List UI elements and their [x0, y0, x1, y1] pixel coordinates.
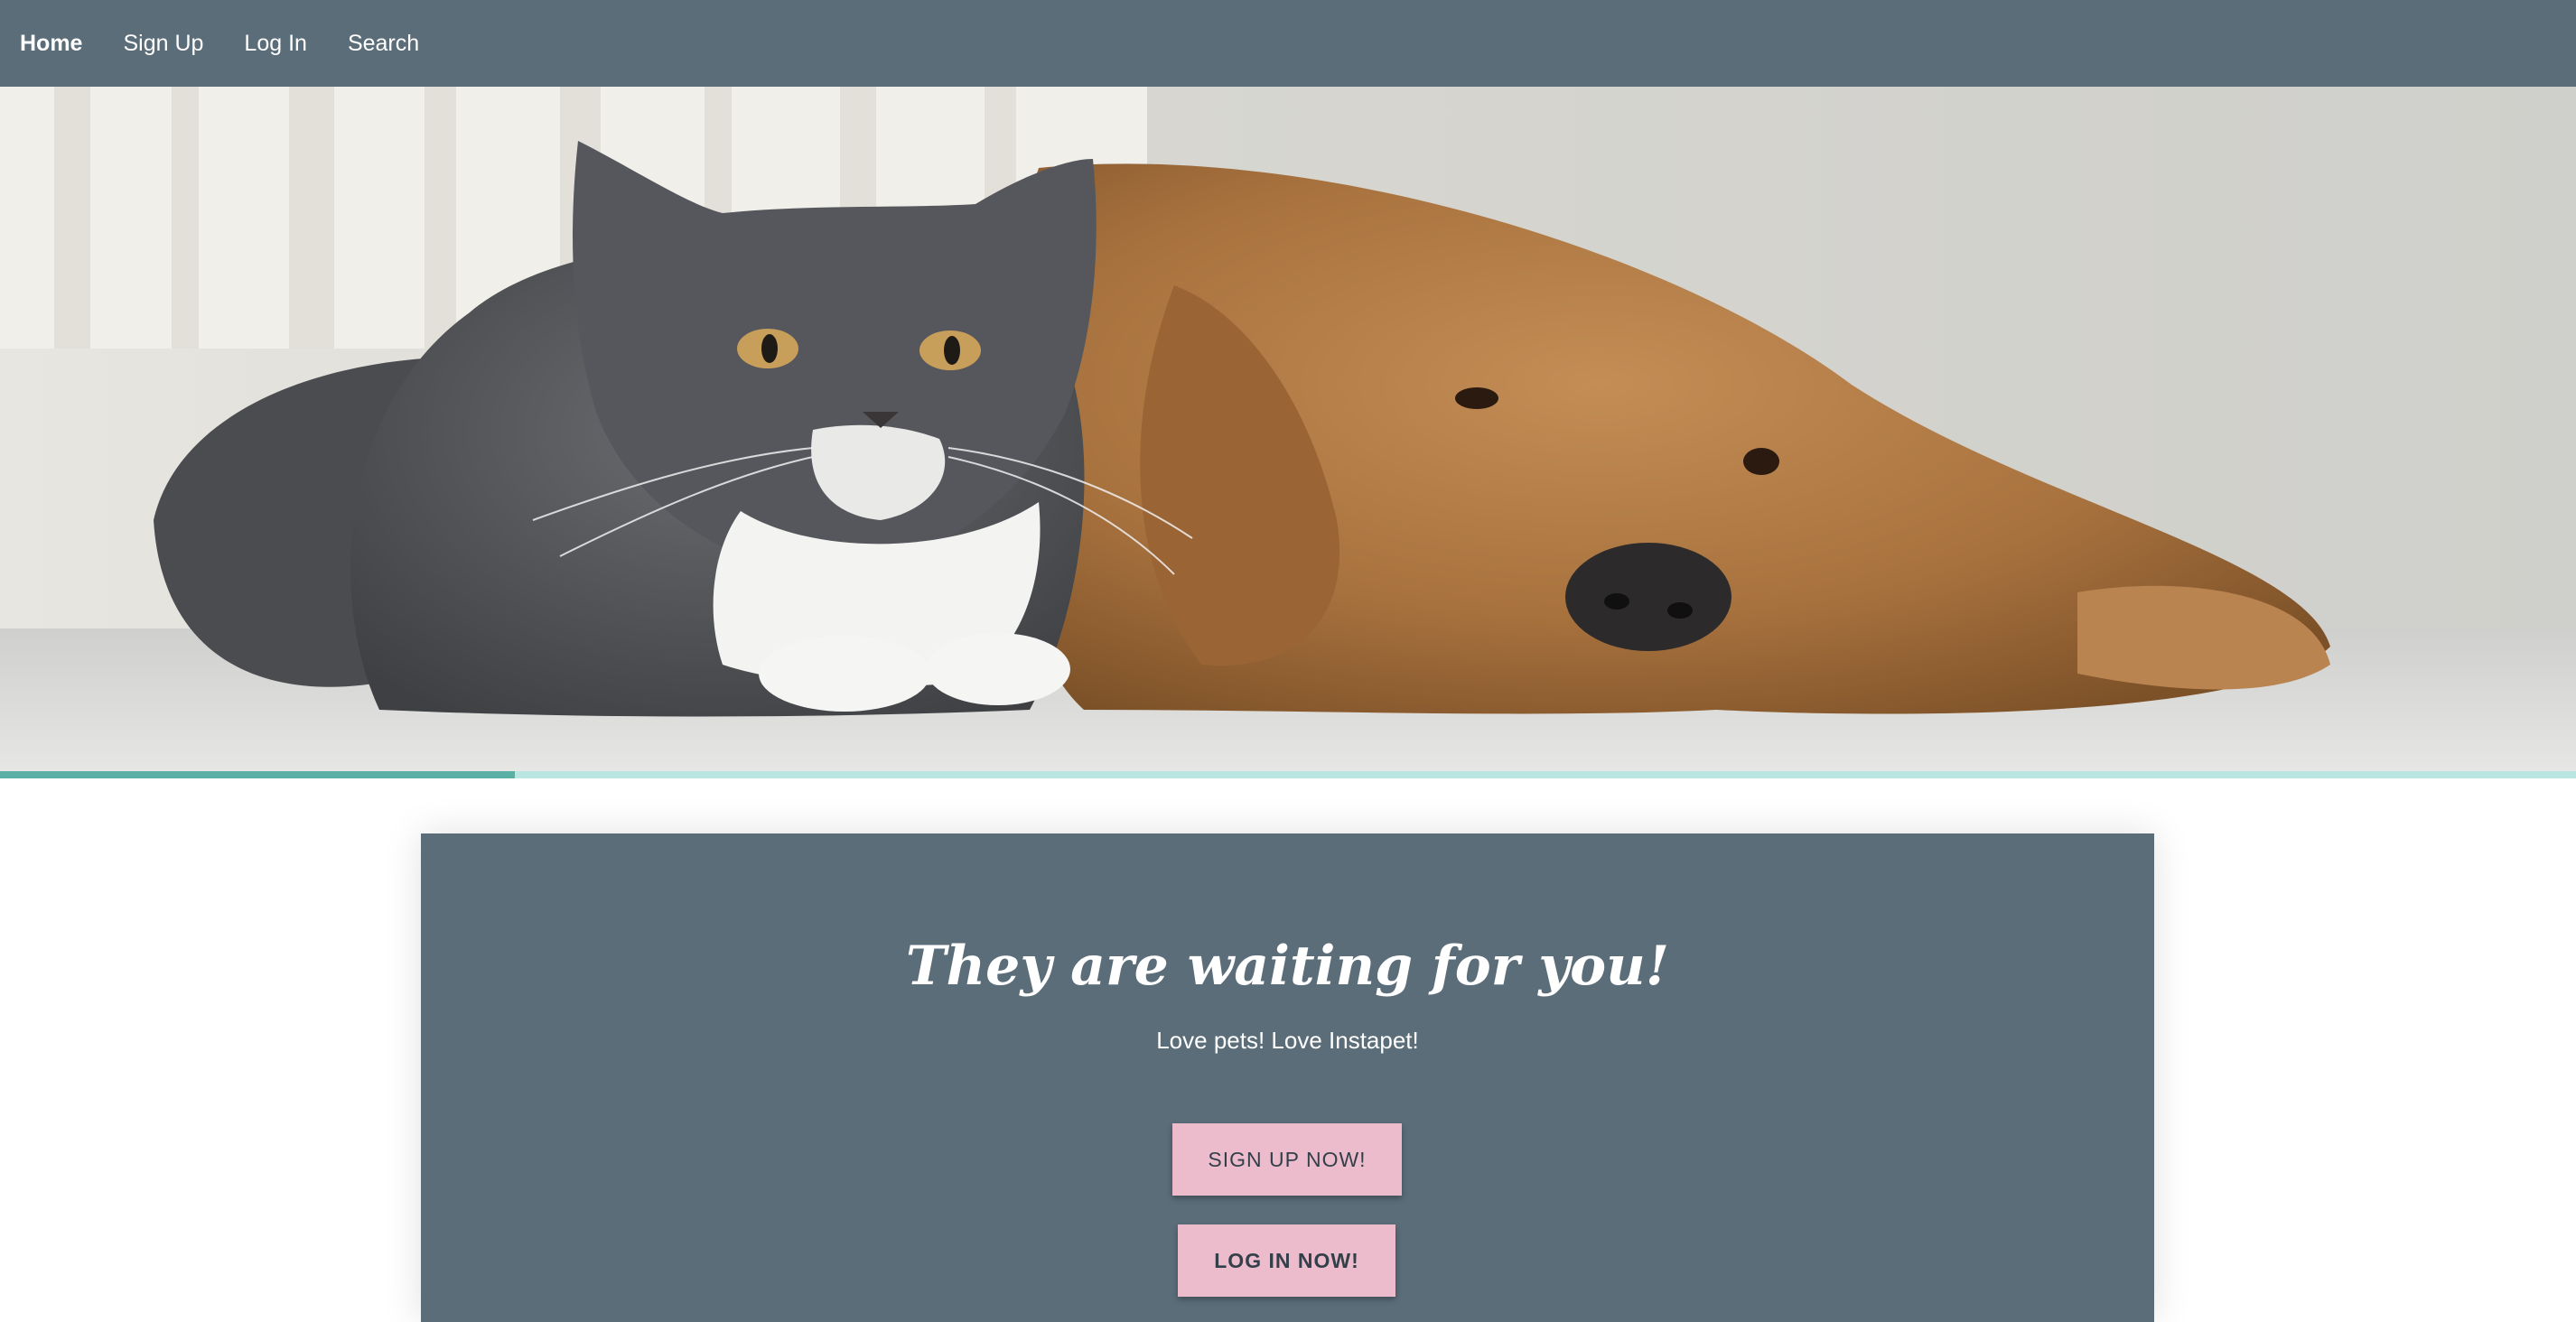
progress-fill: [0, 771, 516, 778]
nav-search-link[interactable]: Search: [348, 31, 419, 57]
cta-card: They are waiting for you! Love pets! Lov…: [421, 833, 2154, 1322]
cta-subtitle: Love pets! Love Instapet!: [1156, 1027, 1419, 1054]
login-now-button[interactable]: LOG IN NOW!: [1178, 1224, 1395, 1297]
cta-title: They are waiting for you!: [905, 935, 1670, 998]
signup-now-button[interactable]: SIGN UP NOW!: [1172, 1123, 1402, 1196]
cat-and-dog-illustration: [0, 87, 2576, 771]
nav-login-link[interactable]: Log In: [244, 31, 307, 57]
carousel-progress-bar: [0, 771, 2576, 778]
hero-banner-image: [0, 87, 2576, 771]
top-navbar: Home Sign Up Log In Search: [0, 0, 2576, 87]
nav-signup-link[interactable]: Sign Up: [123, 31, 203, 57]
nav-home-link[interactable]: Home: [20, 31, 82, 57]
